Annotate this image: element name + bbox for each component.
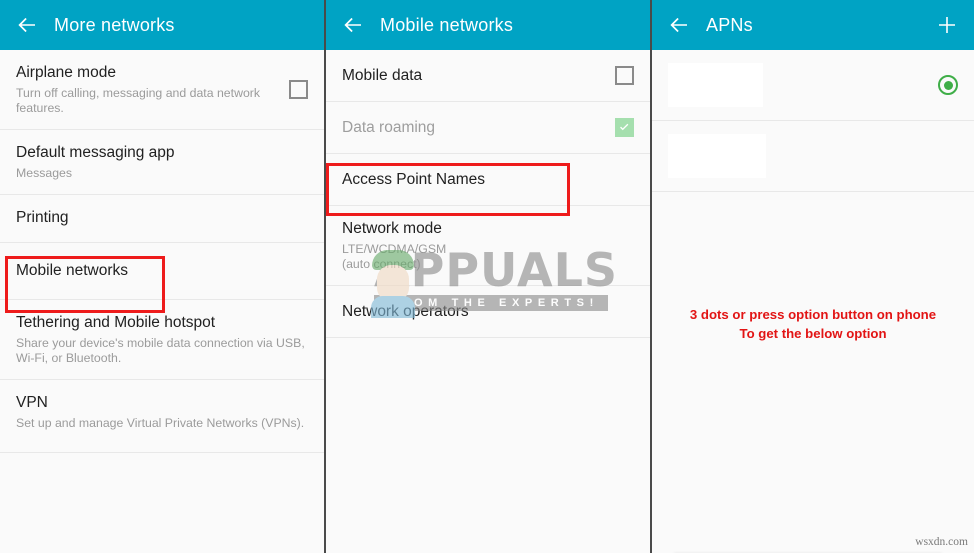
- checkbox-checked-icon: [615, 118, 634, 137]
- page-title: More networks: [54, 14, 175, 35]
- list-item-title: Printing: [16, 209, 69, 226]
- apn-list-item[interactable]: [652, 121, 974, 192]
- annotation-text: 3 dots or press option button on phone T…: [652, 305, 974, 343]
- arrow-left-icon[interactable]: [666, 12, 692, 38]
- appbar-more-networks: More networks: [0, 0, 324, 50]
- mobile-data-checkbox[interactable]: [615, 66, 634, 85]
- apn-radio-selected[interactable]: [938, 75, 958, 95]
- arrow-left-icon[interactable]: [14, 12, 40, 38]
- data-roaming-checkbox[interactable]: [615, 118, 634, 137]
- page-title: APNs: [706, 14, 753, 35]
- panel-more-networks: More networks Airplane mode Turn off cal…: [0, 0, 326, 553]
- annotation-line-1: 3 dots or press option button on phone: [689, 307, 937, 322]
- apn-list-body: 3 dots or press option button on phone T…: [652, 50, 974, 553]
- list-item-title: Network mode: [342, 220, 442, 237]
- list-item-subtitle: LTE/WCDMA/GSM (auto connect): [342, 242, 447, 271]
- list-item-network-operators[interactable]: Network operators: [326, 286, 650, 338]
- list-item-default-messaging-app[interactable]: Default messaging app Messages: [0, 130, 324, 195]
- appbar-mobile-networks: Mobile networks: [326, 0, 650, 50]
- arrow-left-icon[interactable]: [340, 12, 366, 38]
- appbar-apns: APNs: [652, 0, 974, 50]
- three-panel-screenshot: More networks Airplane mode Turn off cal…: [0, 0, 974, 553]
- source-watermark: wsxdn.com: [915, 536, 968, 548]
- settings-list-more-networks: Airplane mode Turn off calling, messagin…: [0, 50, 324, 453]
- list-item-title: Mobile networks: [16, 262, 128, 279]
- list-item-title: Data roaming: [342, 118, 436, 136]
- list-item-data-roaming[interactable]: Data roaming: [326, 102, 650, 154]
- list-item-title: Tethering and Mobile hotspot: [16, 314, 216, 331]
- settings-list-mobile-networks: Mobile data Data roaming Access Point Na…: [326, 50, 650, 338]
- list-item-title: Airplane mode: [16, 64, 116, 81]
- list-item-airplane-mode[interactable]: Airplane mode Turn off calling, messagin…: [0, 50, 324, 130]
- checkbox-unchecked-icon: [615, 66, 634, 85]
- list-item-network-mode[interactable]: Network mode LTE/WCDMA/GSM (auto connect…: [326, 206, 650, 286]
- list-item-mobile-data[interactable]: Mobile data: [326, 50, 650, 102]
- list-item-title: VPN: [16, 394, 48, 411]
- panel-mobile-networks: Mobile networks Mobile data Data roaming: [326, 0, 652, 553]
- apn-list-item[interactable]: [652, 50, 974, 121]
- checkbox-unchecked-icon: [289, 80, 308, 99]
- list-item-printing[interactable]: Printing: [0, 195, 324, 243]
- list-item-title: Mobile data: [342, 66, 423, 84]
- radio-selected-icon: [938, 75, 958, 95]
- panel-apns: APNs 3 dots or press option button on ph…: [652, 0, 974, 553]
- list-item-subtitle: Messages: [16, 166, 73, 180]
- list-item-subtitle: Share your device's mobile data connecti…: [16, 336, 305, 365]
- list-item-subtitle: Turn off calling, messaging and data net…: [16, 86, 261, 115]
- list-item-tethering-and-mobile-hotspot[interactable]: Tethering and Mobile hotspot Share your …: [0, 300, 324, 380]
- list-item-title: Access Point Names: [342, 170, 485, 188]
- page-title: Mobile networks: [380, 14, 514, 35]
- apn-name-redacted: [668, 134, 766, 178]
- list-item-title: Default messaging app: [16, 144, 175, 161]
- annotation-line-2: To get the below option: [739, 326, 887, 341]
- list-item-title: Network operators: [342, 302, 469, 320]
- plus-icon[interactable]: [934, 12, 960, 38]
- apn-name-redacted: [668, 63, 763, 107]
- airplane-mode-checkbox[interactable]: [289, 80, 308, 99]
- list-item-mobile-networks[interactable]: Mobile networks: [0, 243, 324, 300]
- list-item-vpn[interactable]: VPN Set up and manage Virtual Private Ne…: [0, 380, 324, 453]
- list-item-access-point-names[interactable]: Access Point Names: [326, 154, 650, 206]
- list-item-subtitle: Set up and manage Virtual Private Networ…: [16, 416, 305, 430]
